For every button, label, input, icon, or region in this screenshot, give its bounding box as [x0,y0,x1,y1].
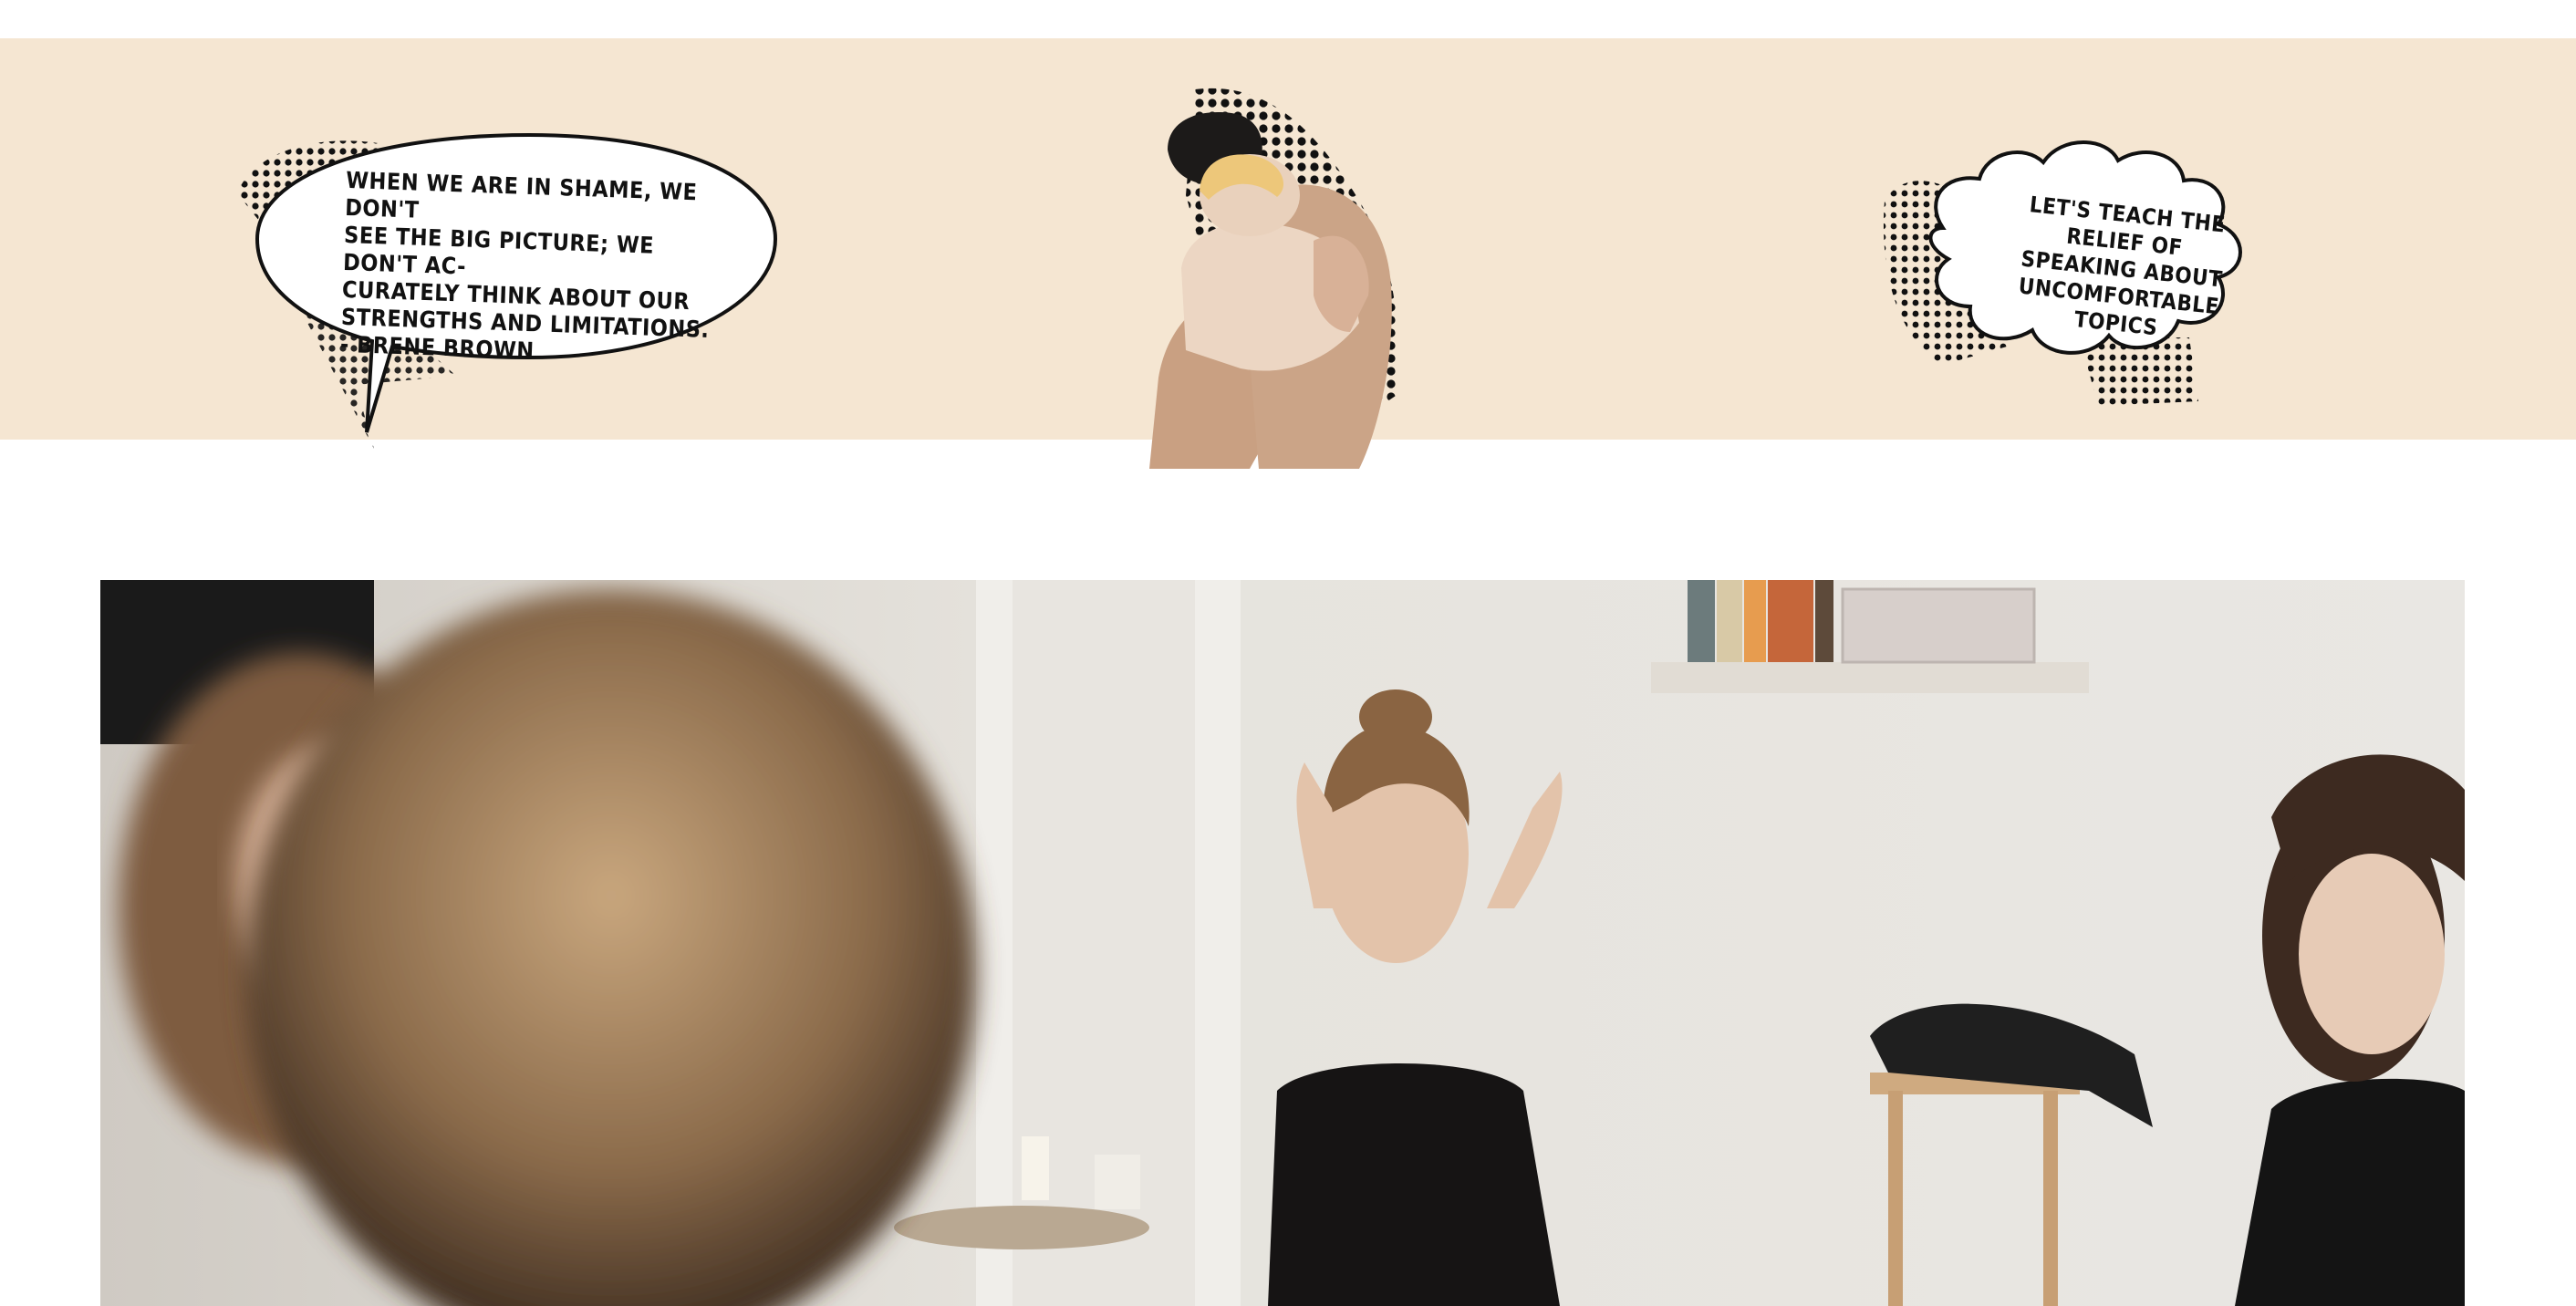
quote-banner: WHEN WE ARE IN SHAME, WE DON'T SEE THE B… [0,38,2576,469]
speech-bubble-left: WHEN WE ARE IN SHAME, WE DON'T SEE THE B… [219,93,803,449]
group-of-friends-photo [100,580,2465,1306]
thought-bubble-right: LET'S TEACH THE RELIEF OF SPEAKING ABOUT… [1879,91,2317,420]
brene-brown-quote: WHEN WE ARE IN SHAME, WE DON'T SEE THE B… [339,167,720,371]
relief-quote: LET'S TEACH THE RELIEF OF SPEAKING ABOUT… [2017,192,2227,341]
hugging-couple-illustration [1131,86,1459,487]
